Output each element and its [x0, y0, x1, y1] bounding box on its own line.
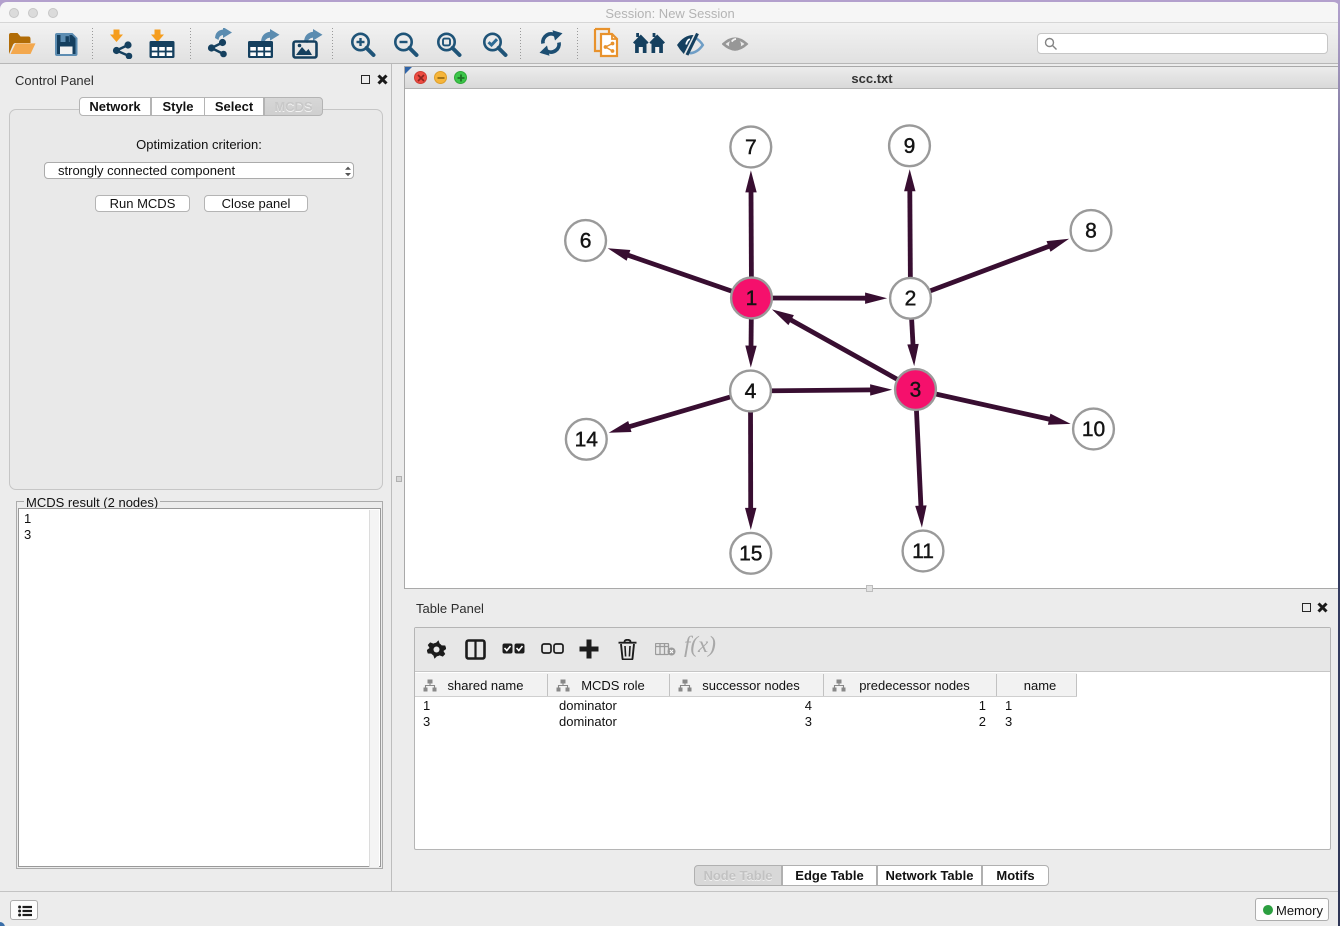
svg-text:9: 9 — [904, 135, 916, 158]
svg-text:7: 7 — [745, 136, 757, 159]
svg-text:6: 6 — [580, 229, 592, 252]
svg-text:10: 10 — [1082, 418, 1105, 441]
svg-text:15: 15 — [739, 542, 762, 565]
svg-text:2: 2 — [905, 287, 917, 310]
svg-text:1: 1 — [746, 287, 758, 310]
svg-text:14: 14 — [575, 428, 599, 451]
svg-text:4: 4 — [745, 380, 757, 403]
svg-text:8: 8 — [1085, 219, 1097, 242]
svg-text:3: 3 — [910, 378, 922, 401]
svg-text:11: 11 — [912, 540, 934, 563]
